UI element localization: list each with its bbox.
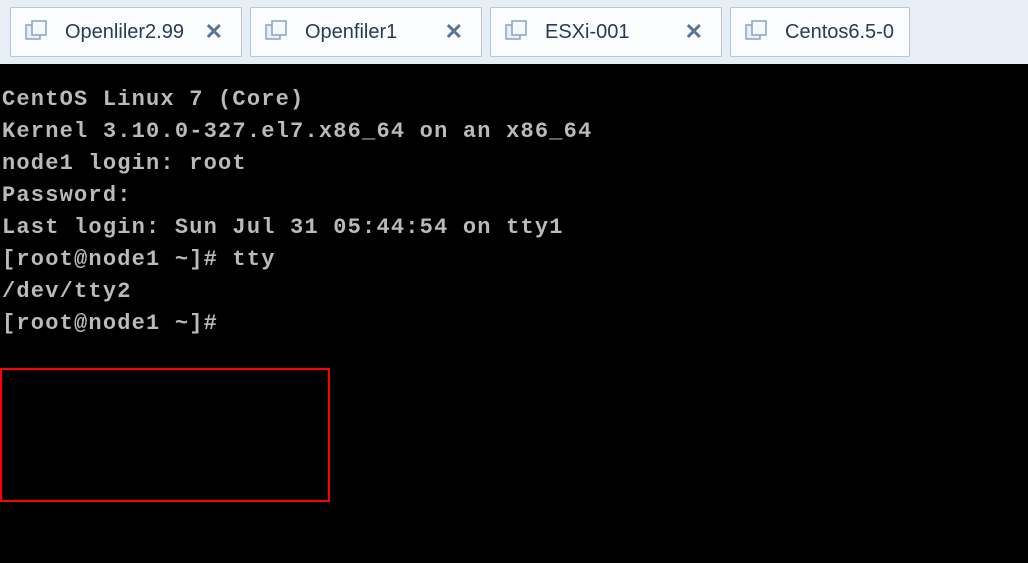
vm-icon bbox=[23, 18, 51, 46]
terminal-line: Last login: Sun Jul 31 05:44:54 on tty1 bbox=[2, 212, 1026, 244]
terminal-line: Password: bbox=[2, 180, 1026, 212]
vm-icon bbox=[503, 18, 531, 46]
terminal-line: Kernel 3.10.0-327.el7.x86_64 on an x86_6… bbox=[2, 116, 1026, 148]
tab-label: Centos6.5-0 bbox=[785, 21, 894, 44]
terminal-line: /dev/tty2 bbox=[2, 276, 1026, 308]
close-icon[interactable]: ✕ bbox=[679, 17, 709, 47]
terminal-line: node1 login: root bbox=[2, 148, 1026, 180]
close-icon[interactable]: ✕ bbox=[199, 17, 229, 47]
tab-openfiler299[interactable]: Openliler2.99 ✕ bbox=[10, 7, 242, 57]
terminal-line: [root@node1 ~]# tty bbox=[2, 244, 1026, 276]
close-icon[interactable]: ✕ bbox=[439, 17, 469, 47]
tab-label: ESXi-001 bbox=[545, 21, 630, 44]
highlight-annotation bbox=[0, 368, 330, 502]
vm-icon bbox=[743, 18, 771, 46]
terminal-line: CentOS Linux 7 (Core) bbox=[2, 84, 1026, 116]
vm-icon bbox=[263, 18, 291, 46]
terminal-prompt: [root@node1 ~]# bbox=[2, 308, 1026, 340]
tab-centos65[interactable]: Centos6.5-0 bbox=[730, 7, 910, 57]
tab-label: Openliler2.99 bbox=[65, 21, 184, 44]
terminal-console[interactable]: CentOS Linux 7 (Core) Kernel 3.10.0-327.… bbox=[0, 64, 1028, 563]
tab-openfiler1[interactable]: Openfiler1 ✕ bbox=[250, 7, 482, 57]
tab-bar: Openliler2.99 ✕ Openfiler1 ✕ ESXi-001 bbox=[0, 0, 1028, 64]
tab-label: Openfiler1 bbox=[305, 21, 397, 44]
tab-esxi001[interactable]: ESXi-001 ✕ bbox=[490, 7, 722, 57]
